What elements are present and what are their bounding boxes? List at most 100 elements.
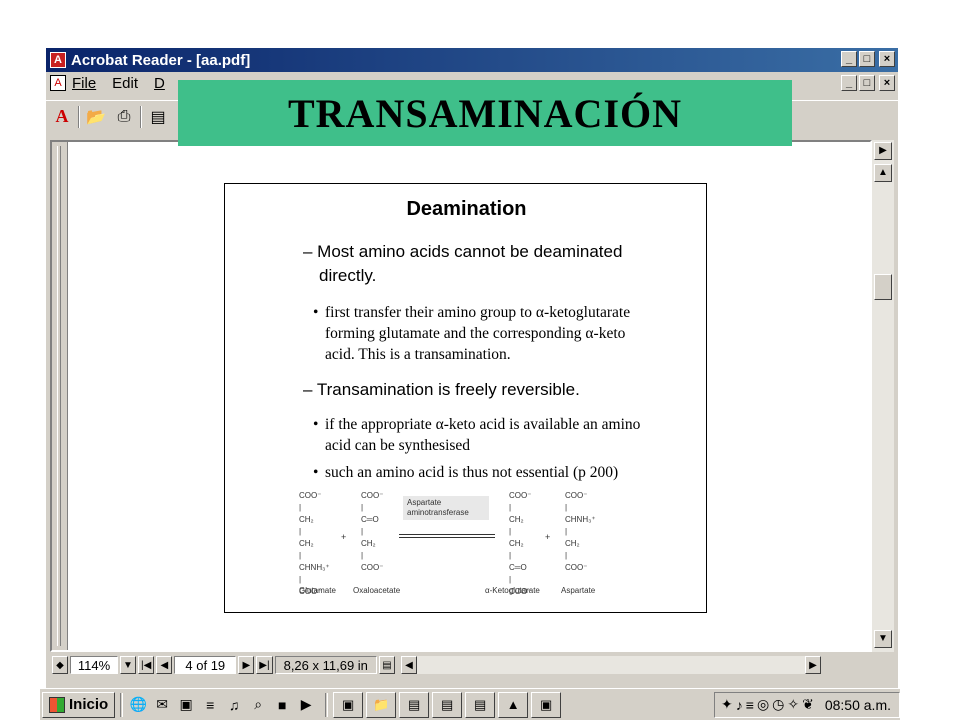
oxaloacetate-label: Oxaloacetate <box>353 586 401 595</box>
banner-title: TRANSAMINACIÓN <box>287 90 683 136</box>
sub-bullet-1-line-2: forming glutamate and the corresponding … <box>325 325 626 342</box>
page-number-field[interactable]: 4 of 19 <box>174 656 237 674</box>
close-button[interactable]: × <box>879 51 895 67</box>
scroll-right-button[interactable]: ▶ <box>804 656 821 674</box>
task-button-4[interactable]: ▤ <box>432 691 463 718</box>
reverse-arrow <box>399 537 495 538</box>
zoom-field[interactable]: 114% <box>70 656 118 674</box>
pdf-page: Deamination – Most amino acids cannot be… <box>224 183 707 613</box>
print-icon[interactable]: ⎙ <box>112 105 136 129</box>
next-page-arrow-icon[interactable]: ▶ <box>874 142 892 160</box>
menu-edit[interactable]: Edit <box>112 75 138 92</box>
toolbar-separator-2 <box>140 105 142 128</box>
navigation-pane-collapsed[interactable] <box>52 142 68 650</box>
task-button-1[interactable]: ▣ <box>333 691 364 718</box>
tray-misc-icon[interactable]: ❦ <box>802 696 814 713</box>
tray-clock-icon[interactable]: ◷ <box>772 696 784 713</box>
app-icon[interactable]: ■ <box>272 695 292 715</box>
ketoglutarate-label: α-Ketoglutarate <box>485 586 540 595</box>
internet-explorer-icon[interactable]: 🌐 <box>128 695 148 715</box>
title-banner: TRANSAMINACIÓN <box>178 80 792 146</box>
scroll-left-button[interactable]: ◀ <box>400 656 417 674</box>
first-page-button[interactable]: |◀ <box>138 656 155 674</box>
transamination-reaction-diagram: COO⁻ | CH₂ | CH₂ | CHNH₃⁺ | COO⁻ + COO⁻ … <box>299 490 629 598</box>
page-size-readout: 8,26 x 11,69 in <box>274 656 377 674</box>
menu-document[interactable]: D <box>154 75 165 92</box>
bullet-2: – Transamination is freely reversible. <box>303 380 580 399</box>
tray-util-icon[interactable]: ✧ <box>787 696 799 713</box>
sub-bullet-3: • such an amino acid is thus not essenti… <box>313 462 618 483</box>
menu-file[interactable]: File <box>72 75 96 92</box>
acrobat-app-icon[interactable]: A <box>50 52 66 68</box>
open-folder-icon[interactable]: 📂 <box>84 105 108 129</box>
start-label: Inicio <box>69 696 109 713</box>
title-bar: A Acrobat Reader - [aa.pdf] _ □ × <box>46 48 898 72</box>
outlook-icon[interactable]: ✉ <box>152 695 172 715</box>
show-navigation-pane-icon[interactable]: ▤ <box>146 105 170 129</box>
task-button-5[interactable]: ▤ <box>465 691 496 718</box>
minimize-button[interactable]: _ <box>841 51 857 67</box>
tray-app-icon[interactable]: ≡ <box>746 697 754 713</box>
aspartate-label: Aspartate <box>561 586 596 595</box>
taskbar-separator-2 <box>325 692 329 717</box>
aspartate-structure: COO⁻ | CHNH₃⁺ | CH₂ | COO⁻ <box>565 491 596 572</box>
oxaloacetate-structure: COO⁻ | C═O | CH₂ | COO⁻ <box>361 491 384 572</box>
glutamate-label: Glutamate <box>299 586 336 595</box>
page-layout-icon[interactable]: ▤ <box>378 656 395 674</box>
task-button-6[interactable]: ▲ <box>498 691 529 718</box>
taskbar-separator <box>120 692 124 717</box>
fit-width-icon[interactable]: ◆ <box>52 656 68 674</box>
vertical-scrollbar[interactable]: ▶ ▲ ▼ <box>872 140 894 652</box>
doc-minimize-button[interactable]: _ <box>841 75 857 91</box>
bullet-dot: • <box>313 464 319 481</box>
sub-bullet-2-line-1: if the appropriate α-keto acid is availa… <box>325 416 641 433</box>
ketoglutarate-structure: COO⁻ | CH₂ | CH₂ | C═O | COO⁻ <box>509 491 532 596</box>
tray-network-icon[interactable]: ✦ <box>721 696 733 713</box>
horizontal-scrollbar[interactable]: ◀ ▶ <box>400 656 821 674</box>
bullet-dot: • <box>313 304 319 321</box>
plus-sign-2: + <box>545 532 551 542</box>
maximize-button[interactable]: □ <box>859 51 875 67</box>
system-tray: ✦ ♪ ≡ ◎ ◷ ✧ ❦ 08:50 a.m. <box>714 691 900 718</box>
sub-bullet-2: • if the appropriate α-keto acid is avai… <box>313 414 640 456</box>
bullet-1-line-2: directly. <box>319 266 377 285</box>
desktop-icon[interactable]: ▣ <box>176 695 196 715</box>
zoom-dropdown-arrow-icon[interactable]: ▼ <box>120 656 136 674</box>
scroll-down-button[interactable]: ▼ <box>874 630 892 648</box>
tray-volume-icon[interactable]: ♪ <box>736 697 743 713</box>
sub-bullet-3-text: such an amino acid is thus not essential… <box>325 464 619 481</box>
scroll-thumb[interactable] <box>874 274 892 300</box>
last-page-button[interactable]: ▶| <box>256 656 273 674</box>
acrobat-logo-icon[interactable]: A <box>50 105 74 129</box>
enzyme-label: Aspartate aminotransferase <box>403 496 489 520</box>
doc-close-button[interactable]: × <box>879 75 895 91</box>
scroll-up-button[interactable]: ▲ <box>874 164 892 182</box>
media-icon[interactable]: ♫ <box>224 695 244 715</box>
glutamate-structure: COO⁻ | CH₂ | CH₂ | CHNH₃⁺ | COO⁻ <box>299 491 330 596</box>
next-page-button[interactable]: ▶ <box>238 656 255 674</box>
clock[interactable]: 08:50 a.m. <box>825 697 891 713</box>
media-player-icon[interactable]: ▶ <box>296 695 316 715</box>
pane-splitter[interactable] <box>57 146 61 646</box>
start-button[interactable]: Inicio <box>42 691 116 718</box>
sub-bullet-1: • first transfer their amino group to α-… <box>313 302 630 365</box>
sub-bullet-2-line-2: acid can be synthesised <box>325 437 471 454</box>
slide-heading: Deamination <box>406 198 527 220</box>
doc-maximize-button[interactable]: □ <box>859 75 875 91</box>
task-button-acrobat[interactable]: ▣ <box>531 691 562 718</box>
sub-bullet-1-line-1: first transfer their amino group to α-ke… <box>325 304 631 321</box>
task-button-3[interactable]: ▤ <box>399 691 430 718</box>
task-button-explorer[interactable]: 📁 <box>366 691 397 718</box>
bullet-1-line-1: – Most amino acids cannot be deaminated <box>303 242 623 261</box>
channels-icon[interactable]: ≡ <box>200 695 220 715</box>
sub-bullet-1-line-3: acid. This is a transamination. <box>325 346 511 363</box>
document-icon[interactable]: A <box>50 75 66 91</box>
tray-status-icon[interactable]: ◎ <box>757 696 769 713</box>
previous-page-button[interactable]: ◀ <box>156 656 173 674</box>
taskbar: Inicio 🌐 ✉ ▣ ≡ ♫ ⌕ ■ ▶ ▣ 📁 ▤ ▤ ▤ ▲ ▣ ✦ ♪… <box>40 688 900 720</box>
search-icon[interactable]: ⌕ <box>248 695 268 715</box>
bullet-dot: • <box>313 416 319 433</box>
windows-logo-icon <box>49 696 65 713</box>
plus-sign: + <box>341 532 347 542</box>
forward-arrow <box>399 534 495 535</box>
